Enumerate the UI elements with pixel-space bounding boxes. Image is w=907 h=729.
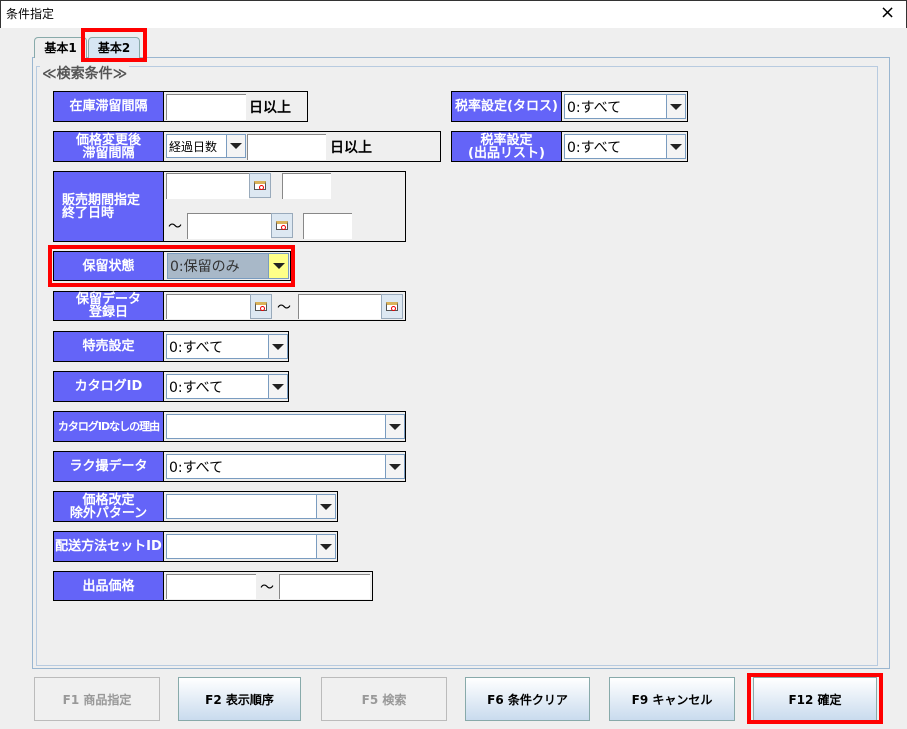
label-line2: 登録日 <box>88 305 128 320</box>
chevron-down-icon[interactable] <box>666 95 685 118</box>
label-line2: 滞留間隔 <box>82 145 135 161</box>
tax-taros-label: 税率設定(タロス) <box>452 92 562 121</box>
elapsed-days-combo[interactable]: 経過日数 <box>166 134 246 158</box>
title-bar <box>0 0 907 28</box>
chevron-down-icon[interactable] <box>226 135 245 157</box>
calendar-icon <box>255 302 267 311</box>
highlight-box <box>48 245 295 287</box>
listing-price-label: 出品価格 <box>54 572 164 600</box>
price-change-input[interactable] <box>247 134 326 160</box>
calendar-button[interactable] <box>250 294 272 319</box>
sales-end-date-input[interactable] <box>187 213 271 239</box>
special-sale-combo[interactable]: 0:すべて <box>166 334 288 359</box>
catalog-id-combo[interactable]: 0:すべて <box>166 374 288 399</box>
label-line2: 除外パターン <box>69 505 148 521</box>
calendar-icon <box>254 181 266 190</box>
no-catalog-reason-label: カタログIDなしの理由 <box>54 412 164 441</box>
hold-date-label: 保留データ 登録日 <box>54 292 164 320</box>
close-button[interactable]: × <box>880 2 895 23</box>
chevron-down-icon[interactable] <box>268 375 287 398</box>
calendar-button[interactable] <box>271 213 293 238</box>
price-revision-combo[interactable] <box>166 494 336 519</box>
catalog-id-label: カタログID <box>54 372 164 401</box>
chevron-down-icon[interactable] <box>666 135 685 158</box>
combo-value: 0:すべて <box>567 139 622 156</box>
raku-data-combo[interactable]: 0:すべて <box>166 454 405 479</box>
label-line1: 税率設定 <box>480 132 533 148</box>
label-text: 特売設定 <box>82 339 135 354</box>
f1-product-button[interactable]: F1 商品指定 <box>34 677 160 721</box>
hold-date-from-input[interactable] <box>166 294 250 319</box>
price-change-label: 価格変更後 滞留間隔 <box>54 132 164 161</box>
range-tilde: ～ <box>277 300 291 316</box>
label-text: カタログIDなしの理由 <box>57 420 160 433</box>
stock-interval-label: 在庫滞留間隔 <box>54 92 164 121</box>
f2-sort-order-button[interactable]: F2 表示順序 <box>178 677 301 721</box>
no-catalog-reason-combo[interactable] <box>166 414 405 439</box>
range-tilde: ～ <box>260 580 274 596</box>
tax-listing-combo[interactable]: 0:すべて <box>564 134 686 159</box>
label-line1: 販売期間指定 <box>62 192 141 208</box>
label-line1: 価格改定 <box>82 492 135 508</box>
range-tilde: ～ <box>168 219 182 235</box>
calendar-icon <box>276 221 288 230</box>
hold-date-to-input[interactable] <box>298 294 381 319</box>
label-text: 税率設定(タロス) <box>455 99 558 114</box>
sales-start-time-input[interactable] <box>282 173 331 199</box>
calendar-button[interactable] <box>381 294 403 319</box>
price-change-unit: 日以上 <box>330 140 372 156</box>
f5-search-button[interactable]: F5 検索 <box>321 677 447 721</box>
highlight-box <box>747 673 883 724</box>
combo-value: 0:すべて <box>169 379 224 396</box>
special-sale-label: 特売設定 <box>54 332 164 361</box>
label-text: 配送方法セットID <box>55 539 162 554</box>
tab-kihon1[interactable]: 基本1 <box>34 37 87 58</box>
combo-value: 0:すべて <box>169 339 224 356</box>
label-text: カタログID <box>74 379 143 394</box>
combo-value: 0:すべて <box>169 459 224 476</box>
listing-price-to-input[interactable] <box>279 574 370 599</box>
chevron-down-icon[interactable] <box>268 335 287 358</box>
sales-start-date-input[interactable] <box>166 173 249 199</box>
shipping-set-label: 配送方法セットID <box>54 532 164 561</box>
chevron-down-icon[interactable] <box>385 455 404 478</box>
group-title: ≪検索条件≫ <box>40 63 130 83</box>
f6-clear-button[interactable]: F6 条件クリア <box>465 677 590 721</box>
calendar-button[interactable] <box>249 173 271 198</box>
sales-period-label: 販売期間指定 終了日時 <box>54 172 164 241</box>
raku-data-label: ラク撮データ <box>54 452 164 481</box>
label-line2: 終了日時 <box>62 205 115 221</box>
stock-interval-input[interactable] <box>166 94 246 120</box>
label-line2: (出品リスト) <box>468 145 545 161</box>
highlight-box <box>81 28 147 62</box>
price-revision-label: 価格改定 除外パターン <box>54 492 164 521</box>
stock-interval-unit: 日以上 <box>249 100 291 116</box>
listing-price-from-input[interactable] <box>166 574 256 599</box>
f9-cancel-button[interactable]: F9 キャンセル <box>609 677 735 721</box>
sales-end-time-input[interactable] <box>303 213 352 239</box>
chevron-down-icon[interactable] <box>316 535 335 558</box>
calendar-icon <box>386 302 398 311</box>
label-line1: 価格変更後 <box>75 132 141 148</box>
shipping-set-combo[interactable] <box>166 534 336 559</box>
chevron-down-icon[interactable] <box>316 495 335 518</box>
combo-value: 経過日数 <box>169 139 218 154</box>
chevron-down-icon[interactable] <box>385 415 404 438</box>
tax-listing-label: 税率設定 (出品リスト) <box>452 132 562 161</box>
tax-taros-combo[interactable]: 0:すべて <box>564 94 686 119</box>
window-title: 条件指定 <box>6 7 55 21</box>
label-text: ラク撮データ <box>69 459 148 474</box>
combo-value: 0:すべて <box>567 99 622 116</box>
